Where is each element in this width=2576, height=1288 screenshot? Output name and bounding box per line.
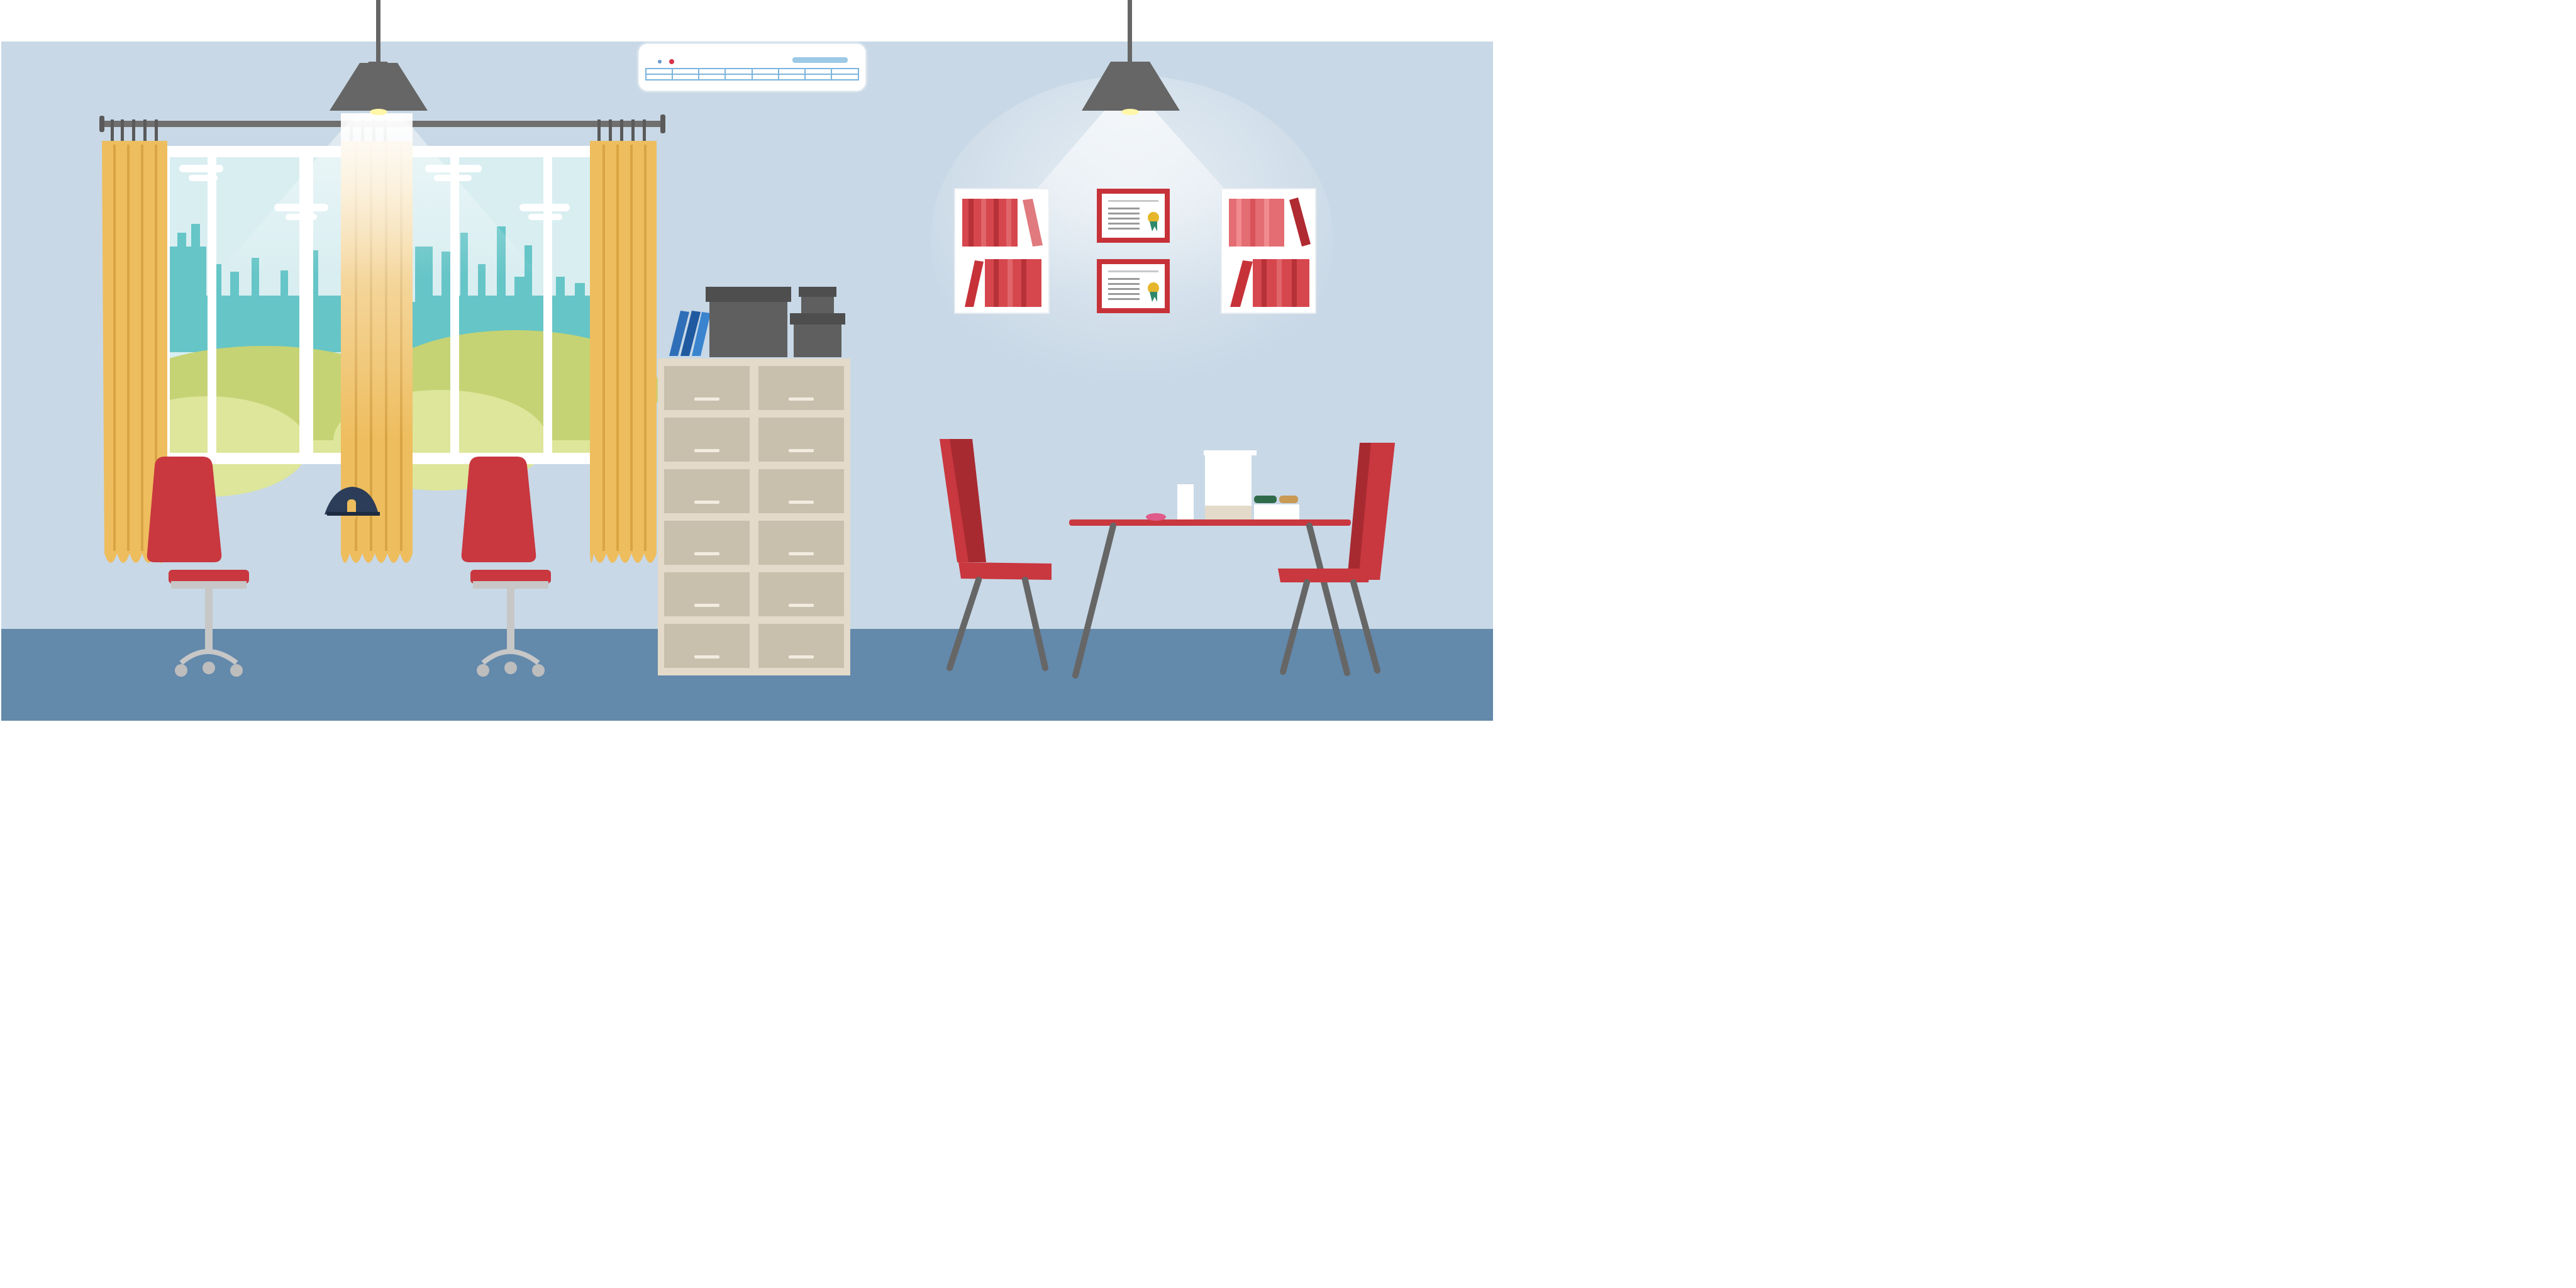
wall-bookshelf-icon	[1221, 188, 1316, 314]
storage-box	[706, 287, 791, 357]
wall-bookshelf-icon	[954, 188, 1050, 314]
curtain-right	[590, 141, 657, 563]
certificate-icon	[1097, 189, 1170, 243]
filing-cabinet	[658, 358, 850, 675]
air-conditioner-icon	[636, 42, 868, 93]
office-room-scene	[1, 0, 1493, 721]
certificate-icon	[1097, 259, 1170, 313]
